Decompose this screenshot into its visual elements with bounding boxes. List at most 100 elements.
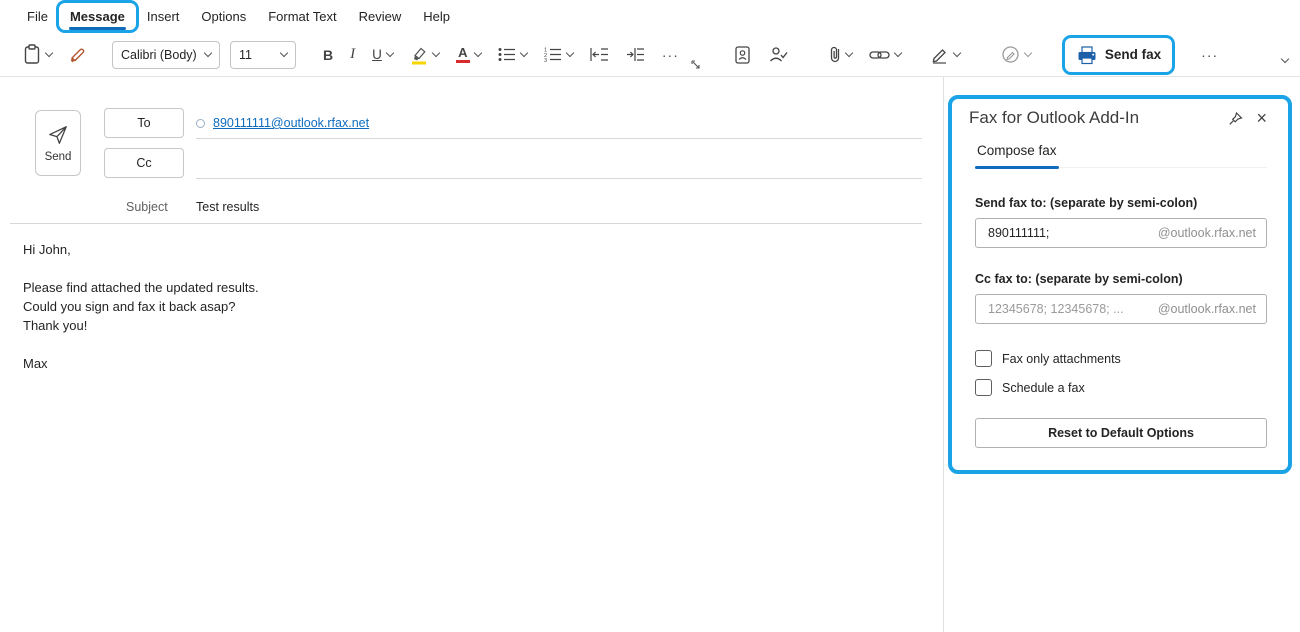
chevron-down-icon[interactable] [566,49,574,57]
indent-icon [626,47,645,62]
menu-tab-message[interactable]: Message [59,3,136,30]
app: File Message Insert Options Format Text … [0,0,1300,632]
menu-tab-file[interactable]: File [16,3,59,30]
cc-fax-to-label: Cc fax to: (separate by semi-colon) [975,272,1267,286]
reset-defaults-button[interactable]: Reset to Default Options [975,418,1267,448]
send-fax-to-field[interactable]: @outlook.rfax.net [975,218,1267,248]
underline-icon: U [372,47,382,62]
chevron-down-icon[interactable] [386,49,394,57]
cc-button[interactable]: Cc [104,148,184,178]
send-button-label: Send [45,151,72,163]
message-body[interactable]: Hi John, Please find attached the update… [23,240,903,373]
to-recipient-chip[interactable]: 890111111@outlook.rfax.net [213,116,369,130]
send-fax-button[interactable]: Send fax [1065,38,1172,72]
address-book-button[interactable] [728,40,756,70]
menubar: File Message Insert Options Format Text … [0,0,1300,33]
to-button[interactable]: To [104,108,184,138]
schedule-fax-checkbox[interactable] [975,379,992,396]
fax-icon [1076,45,1098,65]
send-fax-label: Send fax [1105,47,1161,62]
close-icon[interactable]: × [1256,109,1267,127]
fax-only-attachments-checkbox[interactable] [975,350,992,367]
font-color-button[interactable]: A [451,40,486,70]
cc-fax-to-field[interactable]: @outlook.rfax.net [975,294,1267,324]
chevron-down-icon[interactable] [520,49,528,57]
text-highlight-button[interactable] [405,40,444,70]
more-formatting-button[interactable]: ··· [657,40,684,70]
editor-icon [1001,45,1020,64]
paper-plane-icon [46,124,70,146]
check-names-button[interactable] [763,40,793,70]
subject-field[interactable]: Subject Test results [10,196,922,224]
font-name-select[interactable]: Calibri (Body) [112,41,220,69]
chevron-down-icon [204,49,212,57]
font-size-value: 11 [239,48,252,62]
editor-button[interactable] [996,40,1036,70]
fax-addin-highlight-box: Fax for Outlook Add-In × Compose fax Sen… [948,95,1292,474]
pin-icon[interactable] [1228,111,1244,126]
outdent-icon [590,47,609,62]
send-fax-to-label: Send fax to: (separate by semi-colon) [975,196,1267,210]
tab-compose-fax[interactable]: Compose fax [975,143,1059,167]
send-button[interactable]: Send [35,110,81,176]
send-fax-to-input[interactable] [986,225,1158,241]
menu-tab-review[interactable]: Review [348,3,413,30]
svg-text:3: 3 [544,58,547,62]
check-names-icon [768,45,788,65]
chevron-down-icon[interactable] [45,49,53,57]
collapse-ribbon-button[interactable] [1277,52,1288,70]
address-book-icon [733,45,751,65]
panel-title: Fax for Outlook Add-In [969,108,1139,128]
signature-icon [930,45,949,64]
send-fax-to-suffix: @outlook.rfax.net [1158,226,1256,240]
chevron-down-icon[interactable] [953,49,961,57]
chevron-down-icon[interactable] [845,49,853,57]
cc-fax-to-input[interactable] [986,301,1158,317]
highlighter-icon [410,45,428,65]
format-painter-icon [69,45,88,64]
bold-button[interactable]: B [318,40,338,70]
subject-label: Subject [126,200,168,214]
decrease-indent-button[interactable] [585,40,614,70]
clipboard-icon [23,44,41,65]
subject-value[interactable]: Test results [196,200,259,214]
ribbon: Calibri (Body) 11 B I U A [0,33,1300,77]
underline-button[interactable]: U [367,40,398,70]
font-size-select[interactable]: 11 [230,41,296,69]
bullet-list-button[interactable] [493,40,532,70]
fax-only-attachments-row[interactable]: Fax only attachments [975,350,1267,367]
presence-icon [196,119,205,128]
fax-addin-panel: Fax for Outlook Add-In × Compose fax Sen… [944,77,1300,632]
menu-tab-options[interactable]: Options [190,3,257,30]
bold-icon: B [323,47,333,63]
menu-tab-help[interactable]: Help [412,3,461,30]
signature-button[interactable] [925,40,965,70]
cc-fax-to-suffix: @outlook.rfax.net [1158,302,1256,316]
italic-button[interactable]: I [345,40,360,70]
increase-indent-button[interactable] [621,40,650,70]
chevron-down-icon [280,49,288,57]
menu-tab-format-text[interactable]: Format Text [257,3,347,30]
to-field[interactable]: 890111111@outlook.rfax.net [196,108,922,139]
more-commands-button[interactable]: ··· [1196,40,1223,70]
font-name-value: Calibri (Body) [121,48,197,62]
dialog-launcher-icon[interactable] [691,60,700,69]
link-icon [869,49,890,61]
numbering-icon: 123 [544,47,562,62]
chevron-down-icon[interactable] [894,49,902,57]
main-area: Send To Cc 890111111@outlook.rfax.net Su… [0,77,1300,632]
cc-field[interactable] [196,148,922,179]
italic-icon: I [350,46,355,63]
menu-tab-insert[interactable]: Insert [136,3,191,30]
chevron-down-icon[interactable] [1024,49,1032,57]
chevron-down-icon[interactable] [432,49,440,57]
paste-button[interactable] [18,40,57,70]
numbered-list-button[interactable]: 123 [539,40,578,70]
schedule-fax-row[interactable]: Schedule a fax [975,379,1267,396]
attach-file-button[interactable] [824,40,857,70]
insert-link-button[interactable] [864,40,906,70]
schedule-fax-label: Schedule a fax [1002,381,1085,395]
format-painter-button[interactable] [64,40,93,70]
bullets-icon [498,47,516,62]
chevron-down-icon[interactable] [474,49,482,57]
